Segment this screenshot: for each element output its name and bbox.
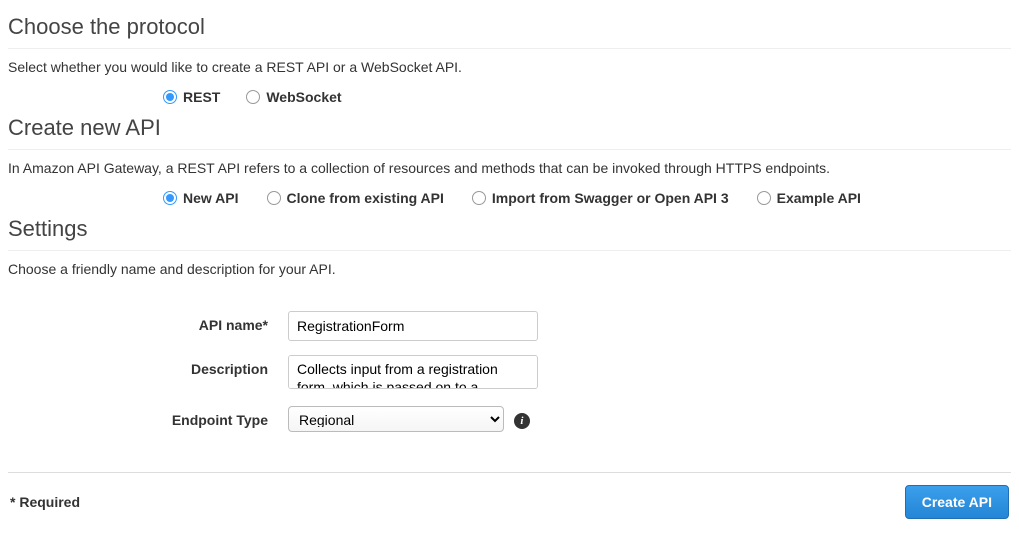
- api-name-row: API name*: [8, 311, 1011, 341]
- api-name-input[interactable]: [288, 311, 538, 341]
- create-option-new[interactable]: New API: [163, 190, 239, 206]
- radio-label: New API: [183, 190, 239, 206]
- create-api-button[interactable]: Create API: [905, 485, 1009, 519]
- required-label: * Required: [10, 494, 80, 510]
- radio-icon: [163, 90, 177, 104]
- description-row: Description Collects input from a regist…: [8, 355, 1011, 392]
- radio-icon: [472, 191, 486, 205]
- radio-label: WebSocket: [266, 89, 341, 105]
- create-options: New API Clone from existing API Import f…: [163, 190, 1011, 206]
- radio-icon: [757, 191, 771, 205]
- protocol-option-websocket[interactable]: WebSocket: [246, 89, 341, 105]
- radio-icon: [246, 90, 260, 104]
- create-description: In Amazon API Gateway, a REST API refers…: [8, 160, 1011, 176]
- settings-description: Choose a friendly name and description f…: [8, 261, 1011, 277]
- endpoint-type-label: Endpoint Type: [8, 406, 288, 428]
- radio-label: REST: [183, 89, 220, 105]
- radio-label: Example API: [777, 190, 861, 206]
- radio-icon: [267, 191, 281, 205]
- protocol-option-rest[interactable]: REST: [163, 89, 220, 105]
- protocol-heading: Choose the protocol: [8, 14, 1011, 49]
- create-option-example[interactable]: Example API: [757, 190, 861, 206]
- protocol-description: Select whether you would like to create …: [8, 59, 1011, 75]
- settings-heading: Settings: [8, 216, 1011, 251]
- description-label: Description: [8, 355, 288, 377]
- radio-label: Clone from existing API: [287, 190, 444, 206]
- info-icon[interactable]: i: [514, 413, 530, 429]
- protocol-options: REST WebSocket: [163, 89, 1011, 105]
- endpoint-type-select[interactable]: Regional: [288, 406, 504, 432]
- api-name-label: API name*: [8, 311, 288, 333]
- endpoint-type-row: Endpoint Type Regional i: [8, 406, 1011, 432]
- radio-icon: [163, 191, 177, 205]
- create-option-import[interactable]: Import from Swagger or Open API 3: [472, 190, 729, 206]
- radio-label: Import from Swagger or Open API 3: [492, 190, 729, 206]
- description-textarea[interactable]: Collects input from a registration form,…: [288, 355, 538, 389]
- create-heading: Create new API: [8, 115, 1011, 150]
- footer-divider: [8, 472, 1011, 473]
- create-option-clone[interactable]: Clone from existing API: [267, 190, 444, 206]
- footer: * Required Create API: [8, 485, 1011, 519]
